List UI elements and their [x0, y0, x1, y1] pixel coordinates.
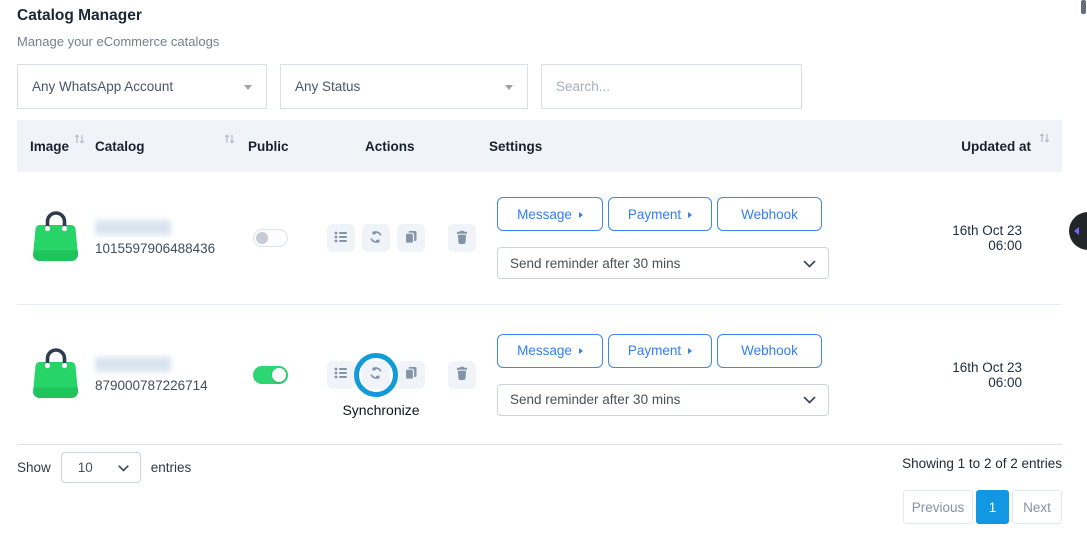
catalog-table: Image Catalog Public Actions Settings Up…	[17, 120, 1062, 445]
chevron-left-icon	[1074, 227, 1079, 235]
trash-icon	[455, 366, 469, 383]
message-button[interactable]: Message	[497, 334, 603, 368]
delete-button[interactable]	[448, 224, 476, 252]
previous-page-button[interactable]: Previous	[903, 490, 973, 524]
status-select[interactable]: Any Status	[280, 64, 528, 109]
reminder-select[interactable]: Send reminder after 30 mins	[497, 247, 829, 279]
list-icon	[334, 366, 348, 383]
table-header-row: Image Catalog Public Actions Settings Up…	[17, 120, 1062, 172]
table-row: 1015597906488436 Message	[17, 172, 1062, 305]
reminder-select[interactable]: Send reminder after 30 mins	[497, 384, 829, 416]
caret-right-icon	[688, 212, 692, 218]
webhook-button[interactable]: Webhook	[717, 197, 822, 231]
catalog-name-redacted	[95, 220, 171, 235]
copy-icon	[404, 230, 418, 247]
catalog-id: 1015597906488436	[95, 241, 245, 256]
copy-icon	[404, 366, 418, 383]
catalog-name-redacted	[95, 357, 171, 372]
synchronize-button[interactable]	[362, 361, 390, 389]
trash-icon	[455, 230, 469, 247]
catalog-image-cell	[17, 345, 95, 405]
synchronize-button[interactable]	[362, 224, 390, 252]
caret-right-icon	[688, 348, 692, 354]
settings-cell: Message Payment Webhook Send reminder af…	[480, 334, 941, 416]
public-toggle[interactable]	[253, 229, 288, 247]
webhook-button[interactable]: Webhook	[717, 334, 822, 368]
column-header-public: Public	[245, 139, 327, 154]
whatsapp-account-select-value: Any WhatsApp Account	[32, 79, 173, 94]
column-header-settings: Settings	[480, 139, 941, 154]
shopping-bag-icon	[32, 387, 80, 404]
page-size-value: 10	[78, 460, 93, 475]
catalog-image-cell	[17, 208, 95, 268]
status-select-value: Any Status	[295, 79, 360, 94]
list-icon	[334, 230, 348, 247]
column-header-actions: Actions	[327, 139, 480, 154]
catalog-info-cell: 1015597906488436	[95, 220, 245, 256]
payment-button[interactable]: Payment	[608, 334, 712, 368]
duplicate-button[interactable]	[397, 224, 425, 252]
caret-down-icon	[505, 85, 513, 90]
column-header-updated-at[interactable]: Updated at	[941, 139, 1062, 154]
payment-button[interactable]: Payment	[608, 197, 712, 231]
chevron-down-icon	[118, 460, 129, 475]
actions-cell	[327, 224, 480, 252]
current-page-button[interactable]: 1	[976, 490, 1009, 524]
sort-icon	[1039, 132, 1050, 144]
table-row: 879000787226714 Synchronize Mess	[17, 305, 1062, 445]
chevron-down-icon	[803, 256, 816, 271]
duplicate-button[interactable]	[397, 361, 425, 389]
toggle-knob	[256, 232, 268, 244]
next-page-button[interactable]: Next	[1012, 490, 1062, 524]
caret-right-icon	[579, 348, 583, 354]
column-header-catalog[interactable]: Catalog	[95, 139, 245, 154]
caret-right-icon	[579, 212, 583, 218]
filters-bar: Any WhatsApp Account Any Status	[17, 64, 802, 109]
caret-down-icon	[244, 85, 252, 90]
sync-icon	[369, 366, 383, 383]
actions-cell: Synchronize	[327, 361, 480, 389]
sort-icon	[74, 133, 85, 145]
reminder-select-value: Send reminder after 30 mins	[510, 392, 680, 407]
shopping-bag-icon	[32, 250, 80, 267]
annotation-label: Synchronize	[336, 402, 426, 418]
toggle-knob	[272, 368, 286, 382]
list-items-button[interactable]	[327, 224, 355, 252]
page-subtitle: Manage your eCommerce catalogs	[17, 34, 219, 49]
public-toggle[interactable]	[253, 366, 288, 384]
sort-icon	[224, 133, 235, 145]
floating-widget-button[interactable]	[1069, 212, 1087, 250]
column-header-image[interactable]: Image	[17, 139, 95, 154]
whatsapp-account-select[interactable]: Any WhatsApp Account	[17, 64, 267, 109]
scrollbar-thumb[interactable]	[1081, 0, 1086, 14]
pagination: Previous 1 Next	[903, 490, 1062, 524]
page-header: Catalog Manager Manage your eCommerce ca…	[17, 7, 219, 49]
sync-icon	[369, 230, 383, 247]
catalog-info-cell: 879000787226714	[95, 357, 245, 393]
chevron-down-icon	[803, 392, 816, 407]
catalog-id: 879000787226714	[95, 378, 245, 393]
list-items-button[interactable]	[327, 361, 355, 389]
settings-cell: Message Payment Webhook Send reminder af…	[480, 197, 941, 279]
public-cell	[245, 366, 327, 384]
page-title: Catalog Manager	[17, 7, 219, 25]
entries-label: entries	[151, 460, 192, 475]
updated-at: 16th Oct 23 06:00	[941, 223, 1062, 253]
updated-at: 16th Oct 23 06:00	[941, 360, 1062, 390]
show-label: Show	[17, 460, 51, 475]
page-size-control: Show 10 entries	[17, 452, 191, 483]
page-size-select[interactable]: 10	[61, 452, 141, 483]
public-cell	[245, 229, 327, 247]
showing-entries-text: Showing 1 to 2 of 2 entries	[902, 456, 1062, 471]
reminder-select-value: Send reminder after 30 mins	[510, 256, 680, 271]
message-button[interactable]: Message	[497, 197, 603, 231]
delete-button[interactable]	[448, 361, 476, 389]
search-input[interactable]	[541, 64, 802, 109]
